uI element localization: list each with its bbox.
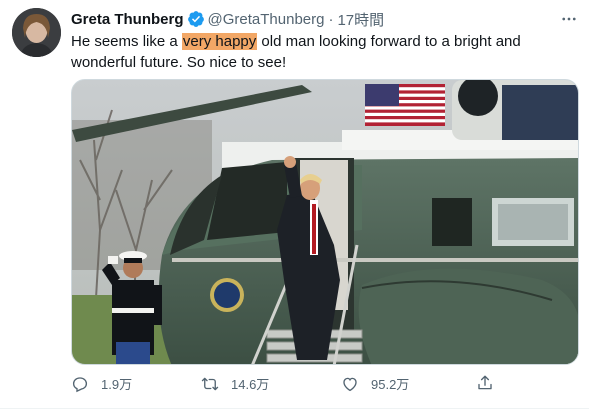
reply-count: 1.9万 bbox=[101, 377, 133, 392]
retweet-icon bbox=[201, 377, 219, 390]
verified-badge-icon bbox=[187, 11, 204, 27]
reply-button[interactable]: 1.9万 bbox=[71, 374, 132, 393]
reply-icon bbox=[72, 376, 88, 392]
like-button[interactable]: 95.2万 bbox=[341, 374, 409, 393]
display-name[interactable]: Greta Thunberg bbox=[71, 11, 184, 28]
flag-graphic bbox=[365, 84, 445, 126]
separator-dot: · bbox=[328, 10, 334, 28]
tweet-text-before: He seems like a bbox=[71, 33, 182, 50]
tweet-photo[interactable] bbox=[71, 79, 579, 365]
share-button[interactable] bbox=[476, 374, 494, 392]
tweet-header: Greta Thunberg @GretaThunberg · 17時間 bbox=[71, 9, 579, 29]
more-icon[interactable] bbox=[559, 9, 579, 29]
tweet[interactable]: Greta Thunberg @GretaThunberg · 17時間 He … bbox=[0, 0, 589, 409]
handle[interactable]: @GretaThunberg bbox=[208, 11, 325, 28]
like-icon bbox=[343, 377, 357, 391]
avatar[interactable] bbox=[12, 8, 61, 57]
share-icon bbox=[478, 375, 492, 390]
tweet-actions: 1.9万 14.6万 95.2万 bbox=[71, 374, 501, 396]
tweet-text: He seems like a very happy old man looki… bbox=[71, 31, 571, 73]
highlighted-text: very happy bbox=[181, 33, 258, 50]
like-count: 95.2万 bbox=[371, 377, 410, 392]
retweet-count: 14.6万 bbox=[231, 377, 270, 392]
retweet-button[interactable]: 14.6万 bbox=[201, 374, 269, 393]
timestamp[interactable]: 17時間 bbox=[337, 9, 384, 30]
